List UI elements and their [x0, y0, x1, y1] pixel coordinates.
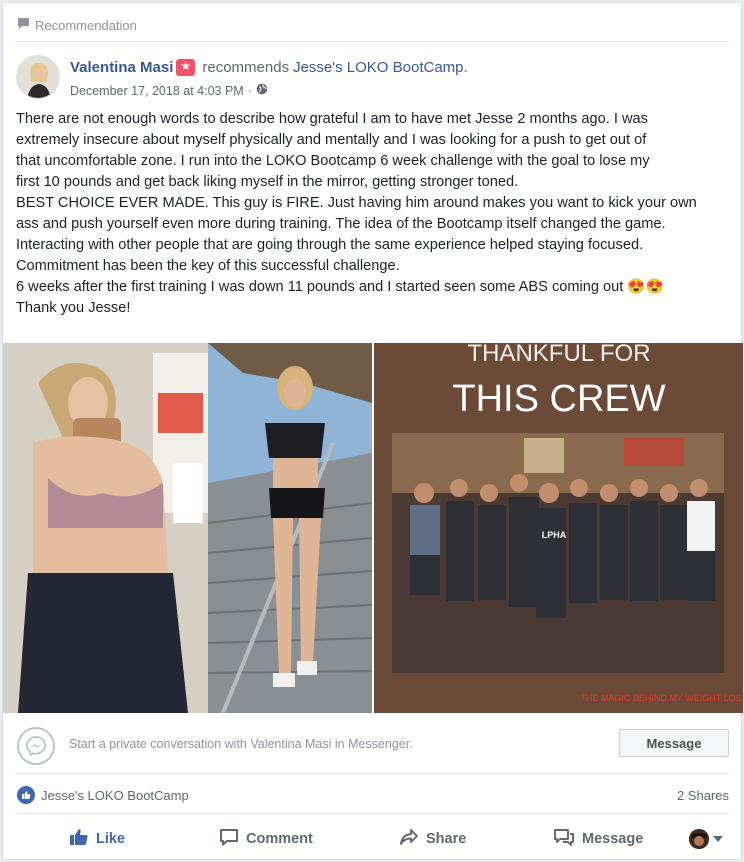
post-body: There are not enough words to describe h…: [16, 109, 732, 319]
like-button[interactable]: Like: [69, 821, 125, 857]
post-line: Commitment has been the key of this succ…: [16, 258, 400, 274]
recommendation-label: Recommendation: [35, 17, 137, 33]
divider: [15, 813, 729, 814]
post-line: first 10 pounds and get back liking myse…: [16, 174, 519, 190]
globe-icon[interactable]: [256, 83, 268, 98]
speech-bubble-icon: [17, 17, 30, 33]
comment-label: Comment: [246, 831, 313, 847]
post-line: that uncomfortable zone. I run into the …: [16, 153, 650, 169]
post-line: There are not enough words to describe h…: [16, 111, 648, 127]
share-button[interactable]: Share: [399, 821, 466, 857]
message-button[interactable]: Message: [619, 729, 729, 757]
author-name[interactable]: Valentina Masi: [70, 59, 173, 76]
messenger-row: Start a private conversation with Valent…: [3, 717, 743, 771]
message-action-button[interactable]: Message: [553, 821, 643, 857]
divider: [15, 41, 729, 42]
share-label: Share: [426, 831, 467, 847]
post-line: Thank you Jesse!: [16, 300, 131, 316]
post-line: ass and push yourself even more during t…: [16, 216, 666, 232]
divider: [15, 773, 729, 774]
message-icon: [553, 828, 575, 850]
reactions-summary[interactable]: Jesse's LOKO BootCamp: [17, 786, 189, 804]
meta-separator: ·: [247, 83, 252, 98]
author-line: Valentina Masi recommends Jesse's LOKO B…: [70, 59, 468, 76]
comment-button[interactable]: Comment: [219, 821, 313, 857]
user-avatar: [689, 829, 709, 849]
shirt-text: LPHA: [542, 530, 567, 540]
post-meta: December 17, 2018 at 4:03 PM ·: [70, 83, 268, 98]
action-bar: Like Comment Share Message: [3, 821, 743, 857]
post-line: BEST CHOICE EVER MADE. This guy is FIRE.…: [16, 195, 697, 211]
post-line-text: 6 weeks after the first training I was d…: [16, 279, 624, 295]
page-link[interactable]: Jesse's LOKO BootCamp.: [293, 59, 468, 76]
thumbs-up-icon: [69, 828, 89, 850]
recommends-verb: recommends: [202, 59, 290, 76]
photo-caption-main: THIS CREW: [452, 378, 665, 420]
comment-icon: [219, 828, 239, 850]
post-timestamp[interactable]: December 17, 2018 at 4:03 PM: [70, 84, 244, 98]
recommendation-header: Recommendation: [17, 15, 137, 35]
profile-selector[interactable]: [689, 829, 723, 849]
post-line: Interacting with other people that are g…: [16, 237, 644, 253]
shares-count[interactable]: 2 Shares: [677, 788, 729, 803]
post-line: extremely insecure about myself physical…: [16, 132, 647, 148]
post-line: 6 weeks after the first training I was d…: [16, 277, 732, 298]
messenger-prompt: Start a private conversation with Valent…: [69, 737, 413, 751]
photo-left[interactable]: [3, 343, 372, 713]
photo-grid: THANKFUL FOR THIS CREW LPHA THE MAGIC BE…: [3, 343, 743, 715]
messenger-icon: [17, 727, 55, 765]
author-avatar[interactable]: [16, 55, 60, 99]
like-reaction-icon: [17, 786, 35, 804]
photo-right[interactable]: THANKFUL FOR THIS CREW LPHA THE MAGIC BE…: [374, 343, 743, 713]
photo-caption-top: THANKFUL FOR: [467, 343, 650, 367]
photo-caption-bottom: THE MAGIC BEHIND MY WEIGHT LOSS: [580, 693, 743, 703]
recommendation-star-icon: [176, 59, 196, 76]
message-label: Message: [582, 831, 644, 847]
like-label: Like: [96, 831, 126, 847]
heart-eyes-emoji: 😍😍: [627, 279, 664, 295]
liker-name[interactable]: Jesse's LOKO BootCamp: [41, 788, 189, 803]
share-icon: [399, 828, 419, 850]
chevron-down-icon: [713, 836, 723, 842]
post-card: Recommendation Valentina Masi recommends…: [2, 2, 743, 860]
